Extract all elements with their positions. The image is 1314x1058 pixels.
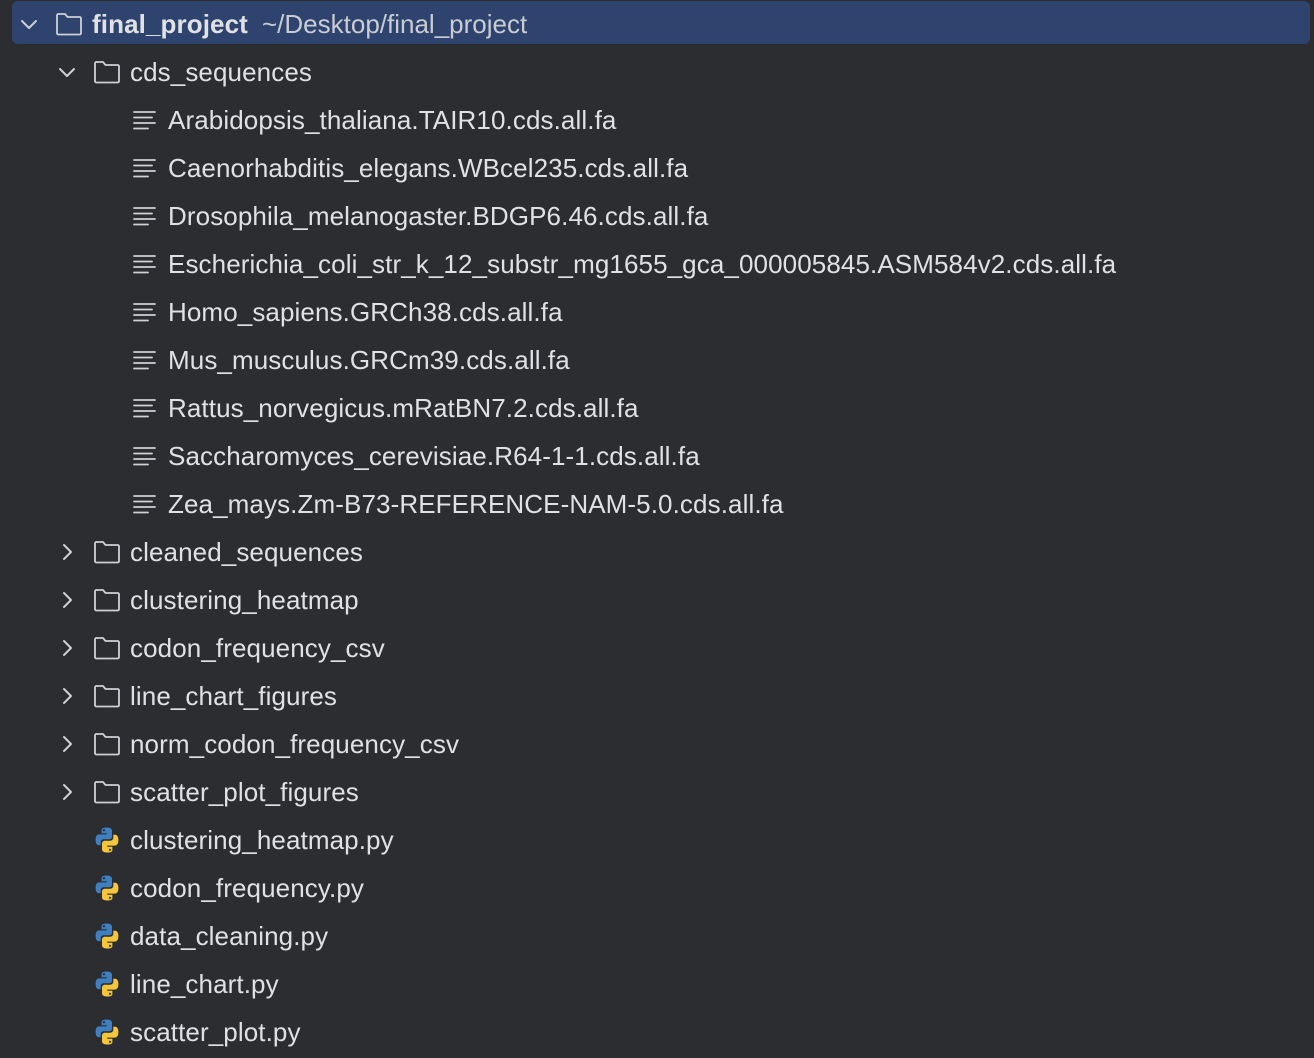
tree-row-file[interactable]: Rattus_norvegicus.mRatBN7.2.cds.all.fa <box>0 384 1314 432</box>
chevron-right-icon[interactable] <box>56 637 78 659</box>
python-file-icon <box>92 825 122 855</box>
tree-row-file[interactable]: Caenorhabditis_elegans.WBcel235.cds.all.… <box>0 144 1314 192</box>
folder-icon <box>92 57 122 87</box>
folder-name: line_chart_figures <box>130 680 338 711</box>
text-file-icon <box>130 249 160 279</box>
tree-row-file[interactable]: Escherichia_coli_str_k_12_substr_mg1655_… <box>0 240 1314 288</box>
folder-name: scatter_plot_figures <box>130 776 359 807</box>
chevron-down-icon[interactable] <box>18 13 40 35</box>
tree-row-folder[interactable]: codon_frequency_csv <box>0 624 1314 672</box>
folder-icon <box>92 537 122 567</box>
file-name: Arabidopsis_thaliana.TAIR10.cds.all.fa <box>168 104 617 135</box>
file-name: clustering_heatmap.py <box>130 824 394 855</box>
file-name: Mus_musculus.GRCm39.cds.all.fa <box>168 344 570 375</box>
file-name: codon_frequency.py <box>130 872 365 903</box>
tree-row-file[interactable]: Drosophila_melanogaster.BDGP6.46.cds.all… <box>0 192 1314 240</box>
tree-row-cds-sequences[interactable]: cds_sequences <box>0 48 1314 96</box>
text-file-icon <box>130 297 160 327</box>
text-file-icon <box>130 105 160 135</box>
tree-row-file[interactable]: Zea_mays.Zm-B73-REFERENCE-NAM-5.0.cds.al… <box>0 480 1314 528</box>
text-file-icon <box>130 153 160 183</box>
folder-name: norm_codon_frequency_csv <box>130 728 460 759</box>
folder-name: cleaned_sequences <box>130 536 363 567</box>
tree-row-folder[interactable]: line_chart_figures <box>0 672 1314 720</box>
file-name: data_cleaning.py <box>130 920 329 951</box>
folder-name: clustering_heatmap <box>130 584 359 615</box>
tree-row-folder[interactable]: clustering_heatmap <box>0 576 1314 624</box>
chevron-right-icon[interactable] <box>56 781 78 803</box>
root-folder-path: ~/Desktop/final_project <box>262 8 528 39</box>
tree-row-file[interactable]: Homo_sapiens.GRCh38.cds.all.fa <box>0 288 1314 336</box>
tree-row-file[interactable]: Arabidopsis_thaliana.TAIR10.cds.all.fa <box>0 96 1314 144</box>
text-file-icon <box>130 345 160 375</box>
tree-row-folder[interactable]: scatter_plot_figures <box>0 768 1314 816</box>
project-tree: final_project ~/Desktop/final_project cd… <box>0 0 1314 1058</box>
tree-row-root[interactable]: final_project ~/Desktop/final_project <box>0 0 1314 48</box>
folder-name: codon_frequency_csv <box>130 632 385 663</box>
file-name: scatter_plot.py <box>130 1016 301 1047</box>
folder-icon <box>92 633 122 663</box>
tree-row-folder[interactable]: cleaned_sequences <box>0 528 1314 576</box>
text-file-icon <box>130 393 160 423</box>
chevron-down-icon[interactable] <box>56 61 78 83</box>
chevron-right-icon[interactable] <box>56 685 78 707</box>
python-file-icon <box>92 873 122 903</box>
folder-icon <box>92 681 122 711</box>
folder-icon <box>92 729 122 759</box>
tree-row-python-file[interactable]: clustering_heatmap.py <box>0 816 1314 864</box>
text-file-icon <box>130 201 160 231</box>
folder-icon <box>92 777 122 807</box>
file-name: Rattus_norvegicus.mRatBN7.2.cds.all.fa <box>168 392 639 423</box>
folder-name: cds_sequences <box>130 56 312 87</box>
file-name: Zea_mays.Zm-B73-REFERENCE-NAM-5.0.cds.al… <box>168 488 784 519</box>
python-file-icon <box>92 969 122 999</box>
file-name: Homo_sapiens.GRCh38.cds.all.fa <box>168 296 563 327</box>
chevron-right-icon[interactable] <box>56 541 78 563</box>
file-name: Saccharomyces_cerevisiae.R64-1-1.cds.all… <box>168 440 700 471</box>
file-name: line_chart.py <box>130 968 279 999</box>
tree-row-python-file[interactable]: data_cleaning.py <box>0 912 1314 960</box>
folder-icon <box>54 9 84 39</box>
tree-row-file[interactable]: Mus_musculus.GRCm39.cds.all.fa <box>0 336 1314 384</box>
python-file-icon <box>92 1017 122 1047</box>
folder-icon <box>92 585 122 615</box>
chevron-right-icon[interactable] <box>56 589 78 611</box>
file-name: Caenorhabditis_elegans.WBcel235.cds.all.… <box>168 152 689 183</box>
root-folder-name: final_project <box>92 8 248 39</box>
chevron-right-icon[interactable] <box>56 733 78 755</box>
text-file-icon <box>130 441 160 471</box>
tree-row-file[interactable]: Saccharomyces_cerevisiae.R64-1-1.cds.all… <box>0 432 1314 480</box>
tree-row-python-file[interactable]: line_chart.py <box>0 960 1314 1008</box>
file-name: Escherichia_coli_str_k_12_substr_mg1655_… <box>168 248 1117 279</box>
tree-row-python-file[interactable]: scatter_plot.py <box>0 1008 1314 1056</box>
tree-row-python-file[interactable]: codon_frequency.py <box>0 864 1314 912</box>
tree-row-folder[interactable]: norm_codon_frequency_csv <box>0 720 1314 768</box>
python-file-icon <box>92 921 122 951</box>
text-file-icon <box>130 489 160 519</box>
file-name: Drosophila_melanogaster.BDGP6.46.cds.all… <box>168 200 709 231</box>
